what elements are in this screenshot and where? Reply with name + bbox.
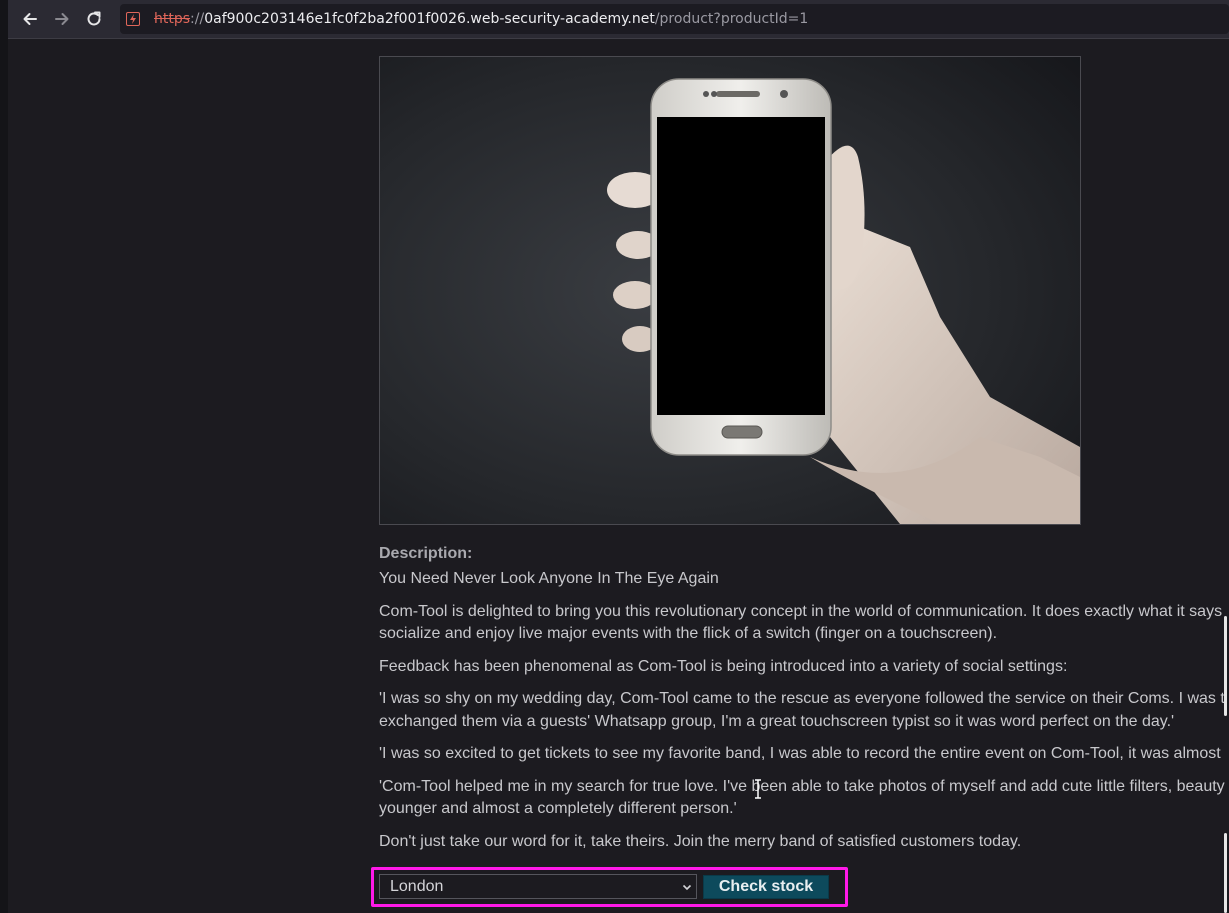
- closing-paragraph: Don't just take our word for it, take th…: [379, 832, 1022, 850]
- product-description: You Need Never Look Anyone In The Eye Ag…: [379, 568, 1229, 863]
- check-stock-button[interactable]: Check stock: [703, 875, 829, 899]
- testimonial: 'I was so excited to get tickets to see …: [379, 745, 1221, 762]
- url-host: 0af900c203146e1fc0f2ba2f001f0026.web-sec…: [204, 11, 655, 27]
- insecure-connection-icon[interactable]: [126, 12, 140, 26]
- testimonial: 'I was so shy on my wedding day, Com-Too…: [379, 690, 1225, 707]
- arrow-left-icon: [23, 13, 37, 25]
- browser-toolbar: https://0af900c203146e1fc0f2ba2f001f0026…: [8, 0, 1229, 39]
- testimonial: exchanged them via a guests' Whatsapp gr…: [379, 712, 1175, 730]
- chevron-down-icon: [682, 884, 692, 891]
- address-bar[interactable]: https://0af900c203146e1fc0f2ba2f001f0026…: [120, 4, 1229, 34]
- url-scheme: https: [154, 11, 191, 27]
- store-select-value: London: [390, 878, 444, 895]
- url-separator: ://: [190, 11, 205, 27]
- forward-button[interactable]: [50, 7, 74, 31]
- description-paragraph: Feedback has been phenomenal as Com-Tool…: [379, 657, 1068, 675]
- stock-check-form: London Check stock: [371, 867, 848, 907]
- url-path: /product?productId=1: [654, 11, 809, 27]
- testimonial: 'Com-Tool helped me in my search for tru…: [379, 777, 1225, 795]
- text-cursor-icon: [755, 779, 761, 799]
- reload-icon: [87, 11, 101, 26]
- scrollbar-thumb[interactable]: [1224, 616, 1227, 716]
- description-heading: Description:: [379, 545, 473, 562]
- arrow-right-icon: [55, 13, 69, 25]
- product-tagline: You Need Never Look Anyone In The Eye Ag…: [379, 570, 719, 587]
- phone-in-hand-image: [380, 57, 1080, 524]
- description-paragraph: Com-Tool is delighted to bring you this …: [379, 602, 1223, 620]
- window-edge: [0, 0, 8, 913]
- testimonial: younger and almost a completely differen…: [379, 800, 737, 817]
- reload-button[interactable]: [82, 7, 106, 31]
- product-image: [379, 56, 1081, 525]
- scrollbar-thumb[interactable]: [1224, 833, 1227, 913]
- description-paragraph: socialize and enjoy live major events wi…: [379, 625, 998, 642]
- store-select[interactable]: London: [379, 874, 697, 899]
- back-button[interactable]: [18, 7, 42, 31]
